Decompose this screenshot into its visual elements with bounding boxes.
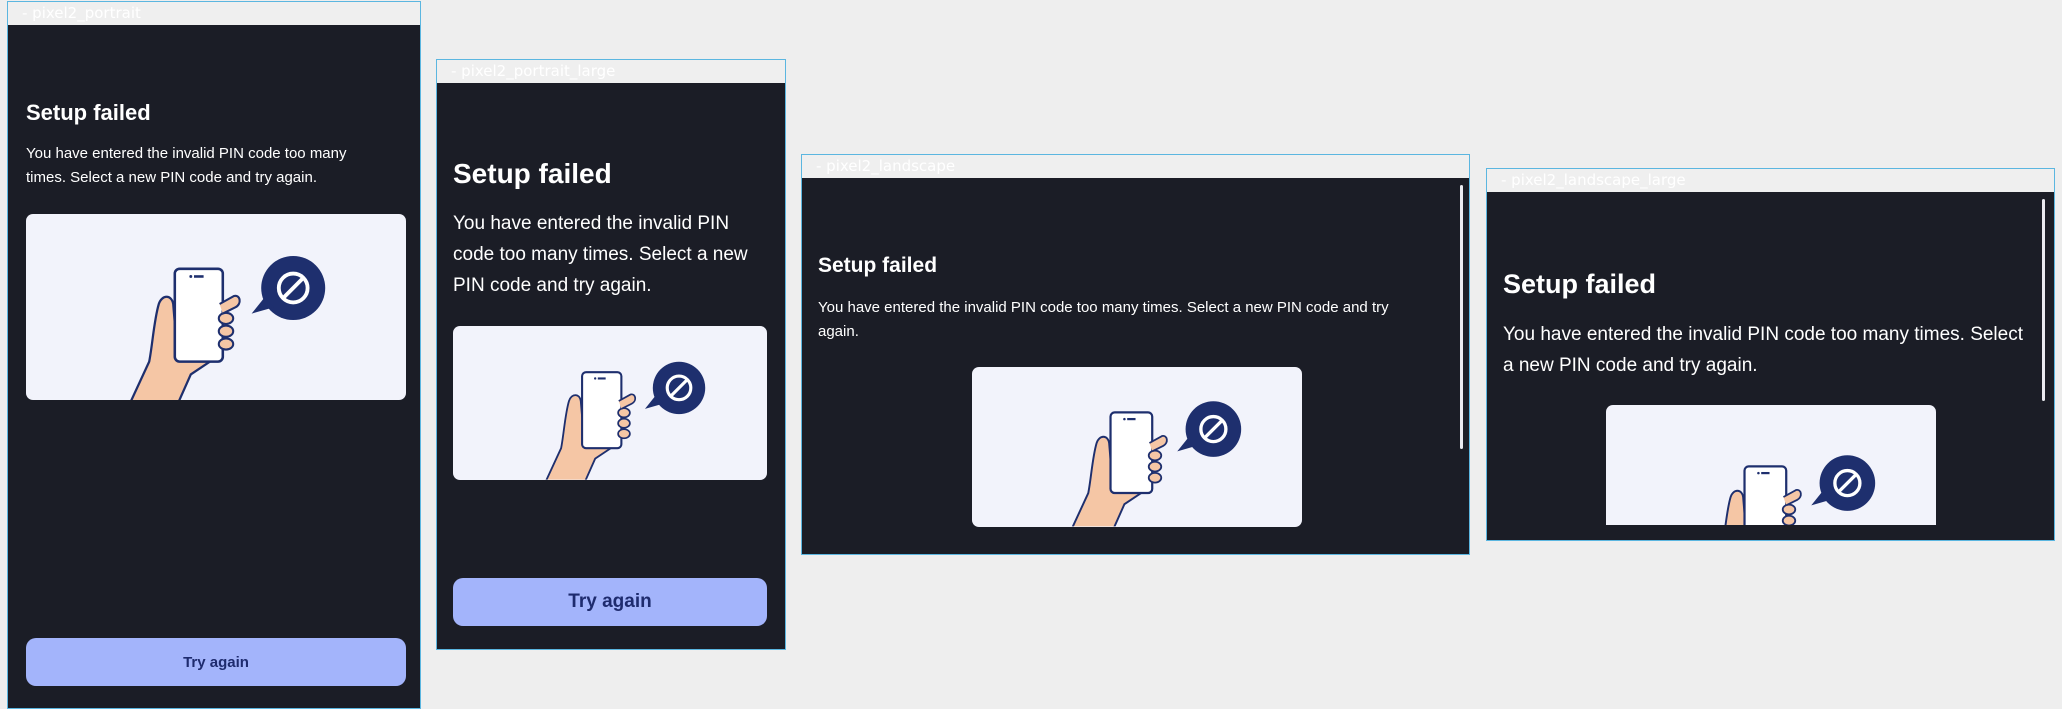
error-message: You have entered the invalid PIN code to…: [1503, 324, 2023, 376]
scrollbar[interactable]: [1460, 185, 1463, 449]
page-title: Setup failed: [1503, 269, 1657, 299]
try-again-button[interactable]: Try again: [453, 578, 767, 626]
frame-label: - pixel2_landscape_large: [1487, 169, 2054, 192]
page-title: Setup failed: [818, 254, 938, 277]
hand-holding-phone-icon: [1650, 413, 1928, 525]
device-frame-landscape: - pixel2_landscape Setup failed You have…: [801, 154, 1470, 555]
scrollbar[interactable]: [2042, 199, 2045, 401]
hand-holding-phone-icon: [493, 326, 755, 480]
page-title: Setup failed: [26, 100, 151, 125]
illustration: [972, 367, 1302, 527]
try-again-button[interactable]: Try again: [26, 638, 406, 686]
device-frame-landscape-large: - pixel2_landscape_large Setup failed Yo…: [1486, 168, 2055, 541]
illustration: [1606, 405, 1936, 525]
illustration: [453, 326, 767, 480]
hand-holding-phone-icon: [1016, 367, 1294, 527]
device-frame-portrait: - pixel2_portrait Setup failed You have …: [7, 1, 421, 709]
device-frame-portrait-large: - pixel2_portrait_large Setup failed You…: [436, 59, 786, 650]
error-message: You have entered the invalid PIN code to…: [818, 299, 1389, 340]
page-title: Setup failed: [453, 158, 612, 189]
error-message: You have entered the invalid PIN code to…: [453, 213, 748, 296]
illustration: [26, 214, 406, 400]
error-message: You have entered the invalid PIN code to…: [26, 145, 347, 186]
frame-label: - pixel2_portrait_large: [437, 60, 785, 83]
frame-label: - pixel2_landscape: [802, 155, 1469, 178]
hand-holding-phone-icon: [66, 214, 386, 400]
frame-label: - pixel2_portrait: [8, 2, 420, 25]
